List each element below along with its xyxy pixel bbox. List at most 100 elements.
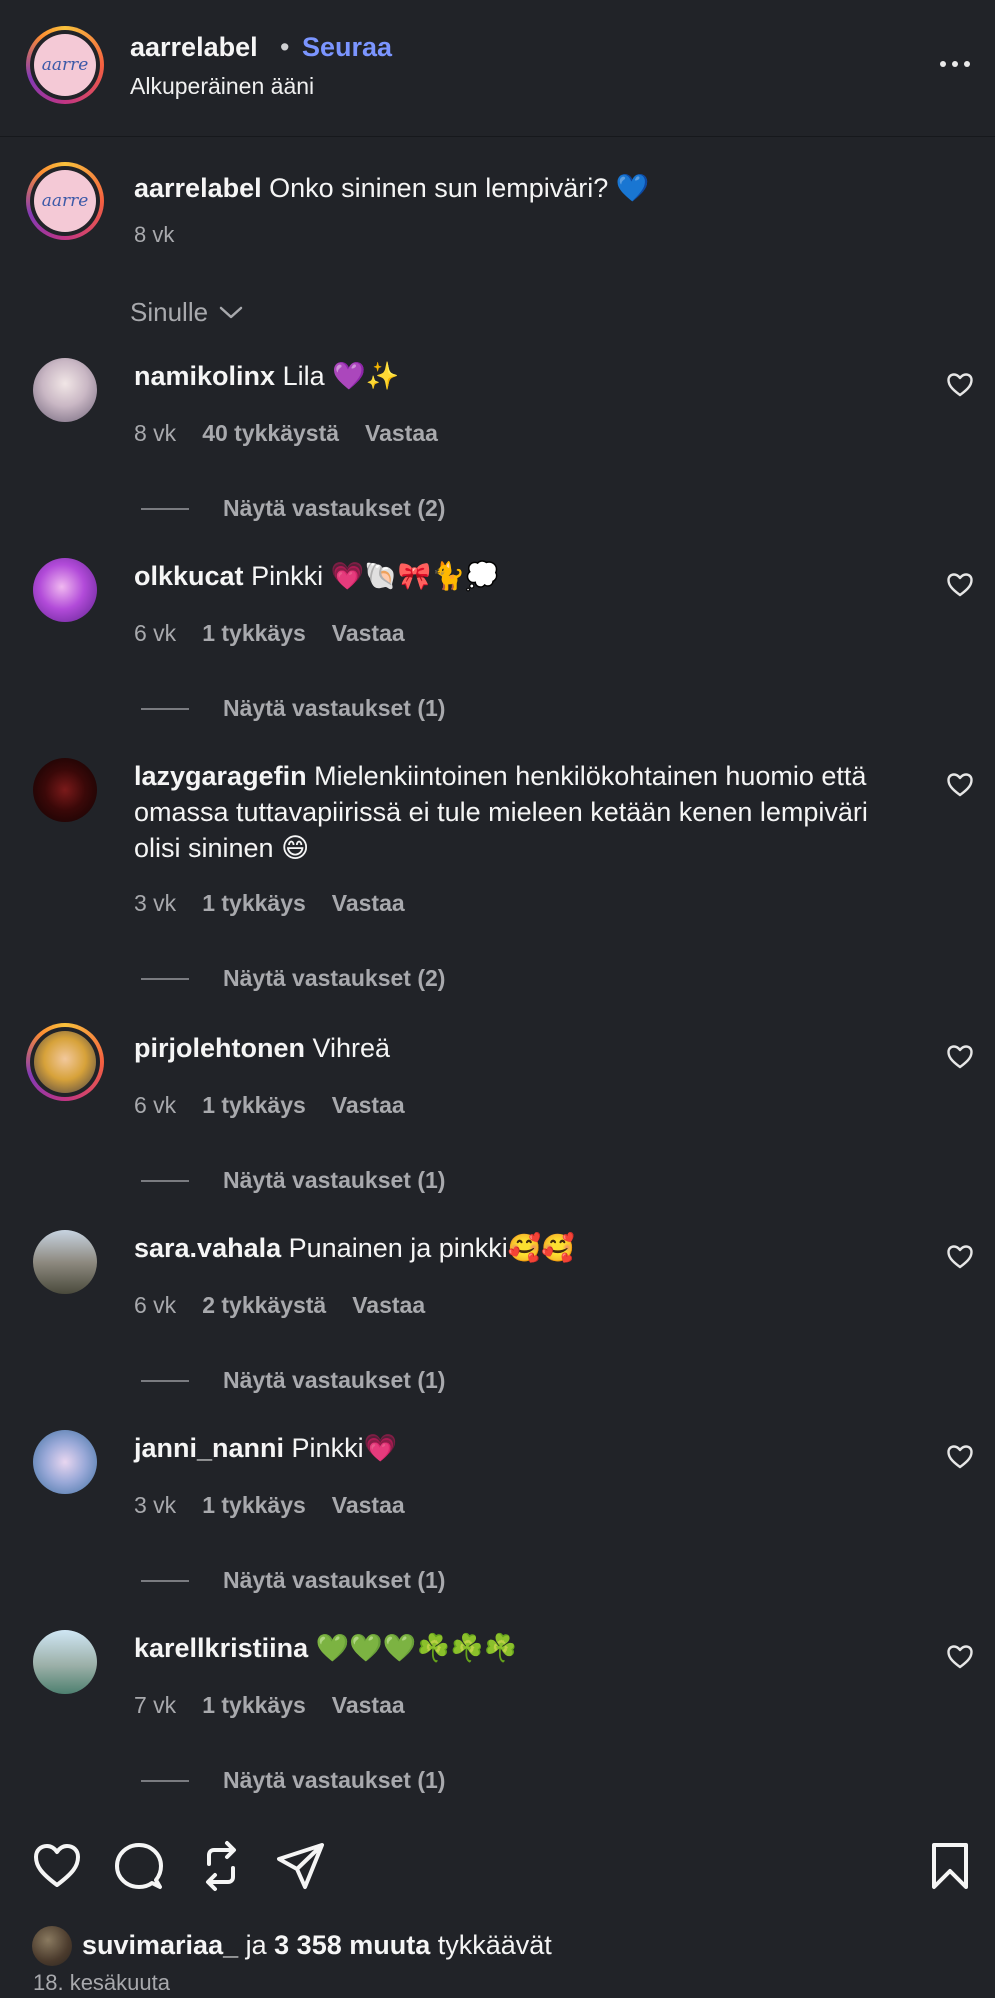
comment-text: Pinkki 💗🐚🎀🐈💭 bbox=[251, 561, 499, 591]
replies-divider bbox=[141, 977, 189, 980]
view-replies-label: Näytä vastaukset (1) bbox=[223, 1767, 446, 1793]
commenter-username[interactable]: olkkucat bbox=[134, 561, 244, 591]
comment-meta: 8 vk 40 tykkäystä Vastaa bbox=[134, 420, 438, 447]
replies-divider bbox=[141, 707, 189, 710]
comment-text: Lila 💜✨ bbox=[282, 361, 400, 391]
comment-likes[interactable]: 40 tykkäystä bbox=[202, 420, 339, 447]
post-date: 18. kesäkuuta bbox=[33, 1970, 170, 1995]
author-username[interactable]: aarrelabel bbox=[130, 32, 258, 63]
comment-text: Pinkki💗 bbox=[291, 1433, 398, 1463]
view-replies-button[interactable]: Näytä vastaukset (1) bbox=[141, 695, 445, 722]
commenter-username[interactable]: lazygaragefin bbox=[134, 761, 307, 791]
follow-button[interactable]: Seuraa bbox=[302, 32, 392, 63]
comment-sort-dropdown[interactable]: Sinulle bbox=[130, 297, 244, 328]
view-replies-button[interactable]: Näytä vastaukset (1) bbox=[141, 1567, 445, 1594]
comment-meta: 6 vk 2 tykkäystä Vastaa bbox=[134, 1292, 425, 1319]
comment-time: 7 vk bbox=[134, 1692, 177, 1718]
comment-meta: 3 vk 1 tykkäys Vastaa bbox=[134, 890, 405, 917]
comment-text-block: namikolinx Lila 💜✨ bbox=[134, 358, 874, 394]
view-replies-button[interactable]: Näytä vastaukset (2) bbox=[141, 965, 445, 992]
view-replies-button[interactable]: Näytä vastaukset (1) bbox=[141, 1367, 445, 1394]
post-header: aarre aarrelabel • Seuraa Alkuperäinen ä… bbox=[0, 0, 995, 137]
replies-divider bbox=[141, 1179, 189, 1182]
replies-divider bbox=[141, 1579, 189, 1582]
replies-divider bbox=[141, 1779, 189, 1782]
commenter-username[interactable]: janni_nanni bbox=[134, 1433, 284, 1463]
comment-text-block: pirjolehtonen Vihreä bbox=[134, 1030, 874, 1066]
commenter-avatar[interactable] bbox=[33, 1430, 97, 1494]
comment-likes[interactable]: 1 tykkäys bbox=[202, 620, 306, 647]
comment-time: 6 vk bbox=[134, 1292, 177, 1318]
likes-count[interactable]: 3 358 muuta bbox=[274, 1930, 430, 1960]
heart-icon[interactable] bbox=[946, 1044, 974, 1070]
view-replies-label: Näytä vastaukset (1) bbox=[223, 695, 446, 721]
comment-icon[interactable] bbox=[113, 1840, 169, 1896]
caption-time: 8 vk bbox=[134, 222, 175, 247]
comment-likes[interactable]: 1 tykkäys bbox=[202, 1692, 306, 1719]
commenter-username[interactable]: pirjolehtonen bbox=[134, 1033, 305, 1063]
caption-avatar[interactable]: aarre bbox=[26, 162, 104, 240]
more-options-icon[interactable] bbox=[940, 52, 980, 76]
commenter-username[interactable]: sara.vahala bbox=[134, 1233, 281, 1263]
heart-icon[interactable] bbox=[946, 1644, 974, 1670]
sort-label: Sinulle bbox=[130, 297, 209, 327]
view-replies-label: Näytä vastaukset (2) bbox=[223, 495, 446, 521]
comment-text: 💚💚💚☘️☘️☘️ bbox=[315, 1633, 518, 1663]
chevron-down-icon bbox=[219, 306, 243, 318]
reply-button[interactable]: Vastaa bbox=[352, 1292, 425, 1319]
repost-icon[interactable] bbox=[195, 1840, 251, 1896]
commenter-avatar[interactable] bbox=[33, 1630, 97, 1694]
heart-icon[interactable] bbox=[946, 1444, 974, 1470]
likes-summary[interactable]: suvimariaa_ ja 3 358 muuta tykkäävät bbox=[32, 1926, 552, 1966]
heart-icon[interactable] bbox=[946, 772, 974, 798]
liker-username[interactable]: suvimariaa_ bbox=[82, 1930, 238, 1960]
audio-label[interactable]: Alkuperäinen ääni bbox=[130, 73, 314, 100]
view-replies-button[interactable]: Näytä vastaukset (2) bbox=[141, 495, 445, 522]
replies-divider bbox=[141, 1379, 189, 1382]
comment-text: Vihreä bbox=[312, 1033, 391, 1063]
commenter-username[interactable]: namikolinx bbox=[134, 361, 275, 391]
bookmark-icon[interactable] bbox=[926, 1840, 982, 1896]
reply-button[interactable]: Vastaa bbox=[332, 1492, 405, 1519]
comment-likes[interactable]: 1 tykkäys bbox=[202, 1092, 306, 1119]
comment-meta: 3 vk 1 tykkäys Vastaa bbox=[134, 1492, 405, 1519]
commenter-username[interactable]: karellkristiina bbox=[134, 1633, 308, 1663]
reply-button[interactable]: Vastaa bbox=[332, 620, 405, 647]
post-action-bar bbox=[0, 1840, 995, 1900]
comment-meta: 6 vk 1 tykkäys Vastaa bbox=[134, 620, 405, 647]
separator-dot: • bbox=[280, 32, 290, 62]
comment-time: 8 vk bbox=[134, 420, 177, 446]
reply-button[interactable]: Vastaa bbox=[332, 890, 405, 917]
comment-likes[interactable]: 1 tykkäys bbox=[202, 1492, 306, 1519]
comment-text: Punainen ja pinkki🥰🥰 bbox=[288, 1233, 576, 1263]
caption: aarrelabel Onko sininen sun lempiväri? 💙 bbox=[134, 172, 649, 204]
commenter-avatar[interactable] bbox=[33, 758, 97, 822]
comment-text-block: janni_nanni Pinkki💗 bbox=[134, 1430, 874, 1466]
reply-button[interactable]: Vastaa bbox=[332, 1092, 405, 1119]
comment-time: 3 vk bbox=[134, 890, 177, 916]
view-replies-label: Näytä vastaukset (2) bbox=[223, 965, 446, 991]
heart-icon[interactable] bbox=[946, 572, 974, 598]
heart-icon[interactable] bbox=[946, 372, 974, 398]
commenter-avatar[interactable] bbox=[26, 1023, 104, 1101]
view-replies-label: Näytä vastaukset (1) bbox=[223, 1567, 446, 1593]
caption-username[interactable]: aarrelabel bbox=[134, 173, 262, 203]
author-avatar[interactable]: aarre bbox=[26, 26, 104, 104]
heart-icon[interactable] bbox=[946, 1244, 974, 1270]
heart-icon[interactable] bbox=[31, 1840, 87, 1896]
reply-button[interactable]: Vastaa bbox=[332, 1692, 405, 1719]
view-replies-button[interactable]: Näytä vastaukset (1) bbox=[141, 1167, 445, 1194]
comment-time: 6 vk bbox=[134, 620, 177, 646]
commenter-avatar[interactable] bbox=[33, 558, 97, 622]
view-replies-button[interactable]: Näytä vastaukset (1) bbox=[141, 1767, 445, 1794]
comment-likes[interactable]: 1 tykkäys bbox=[202, 890, 306, 917]
comment-likes[interactable]: 2 tykkäystä bbox=[202, 1292, 326, 1319]
comment-text-block: karellkristiina 💚💚💚☘️☘️☘️ bbox=[134, 1630, 874, 1666]
send-icon[interactable] bbox=[275, 1840, 331, 1896]
commenter-avatar[interactable] bbox=[33, 1230, 97, 1294]
comment-meta: 6 vk 1 tykkäys Vastaa bbox=[134, 1092, 405, 1119]
reply-button[interactable]: Vastaa bbox=[365, 420, 438, 447]
view-replies-label: Näytä vastaukset (1) bbox=[223, 1167, 446, 1193]
commenter-avatar[interactable] bbox=[33, 358, 97, 422]
comment-text-block: olkkucat Pinkki 💗🐚🎀🐈💭 bbox=[134, 558, 874, 594]
